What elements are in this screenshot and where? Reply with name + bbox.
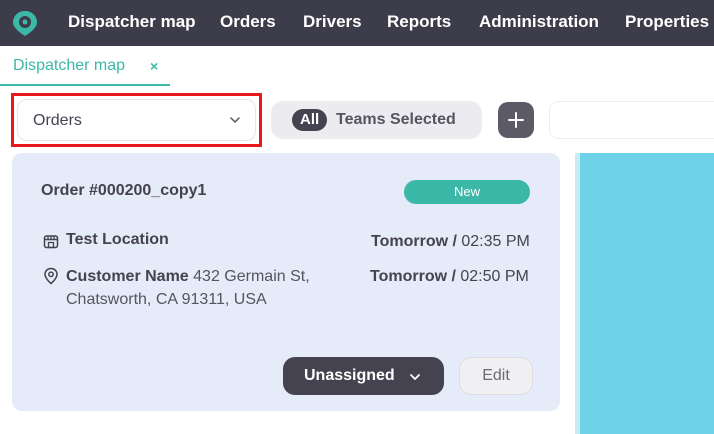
location-pin-icon xyxy=(44,267,58,285)
plus-icon xyxy=(508,112,524,128)
view-select-value: Orders xyxy=(33,112,82,129)
nav-item-administration[interactable]: Administration xyxy=(479,12,599,32)
chevron-down-icon xyxy=(230,117,240,123)
logo-pin-icon[interactable] xyxy=(11,9,39,37)
customer-name: Customer Name xyxy=(66,268,189,285)
tab-bar: Dispatcher map × xyxy=(0,46,714,88)
view-select[interactable]: Orders xyxy=(17,99,256,141)
assign-label: Unassigned xyxy=(304,367,395,384)
store-icon xyxy=(43,235,59,249)
nav-item-reports[interactable]: Reports xyxy=(387,12,451,32)
tab-close-icon[interactable]: × xyxy=(150,58,158,74)
tab-label: Dispatcher map xyxy=(13,57,126,74)
dropoff-time: Tomorrow / 02:50 PM xyxy=(370,268,529,286)
dropoff-clock: 02:50 PM xyxy=(460,268,529,285)
pickup-day: Tomorrow / xyxy=(371,233,457,250)
tab-dispatcher-map[interactable]: Dispatcher map × xyxy=(0,46,170,88)
pickup-clock: 02:35 PM xyxy=(461,233,530,250)
pickup-location: Test Location xyxy=(66,231,169,248)
teams-all-pill: All xyxy=(292,109,328,131)
status-badge: New xyxy=(404,180,530,204)
order-card[interactable]: Order #000200_copy1 New Test Location To… xyxy=(12,153,560,411)
teams-selector[interactable]: All Teams Selected xyxy=(271,101,482,139)
nav-item-properties[interactable]: Properties xyxy=(625,12,709,32)
dropoff-day: Tomorrow / xyxy=(370,268,456,285)
nav-item-drivers[interactable]: Drivers xyxy=(303,12,362,32)
teams-label: Teams Selected xyxy=(336,111,456,128)
pickup-time: Tomorrow / 02:35 PM xyxy=(371,233,530,251)
nav-item-orders[interactable]: Orders xyxy=(220,12,276,32)
tab-active-indicator xyxy=(0,84,170,86)
order-title: Order #000200_copy1 xyxy=(41,182,207,199)
dropoff-customer: Customer Name 432 Germain St, Chatsworth… xyxy=(66,265,366,311)
map-view[interactable] xyxy=(580,153,714,434)
top-navigation: Dispatcher map Orders Drivers Reports Ad… xyxy=(0,0,714,46)
edit-button[interactable]: Edit xyxy=(459,357,533,395)
assign-driver-dropdown[interactable]: Unassigned xyxy=(283,357,444,395)
nav-item-dispatcher-map[interactable]: Dispatcher map xyxy=(68,12,196,32)
add-button[interactable] xyxy=(498,102,534,138)
search-input[interactable] xyxy=(549,101,714,139)
chevron-down-icon xyxy=(410,374,420,380)
